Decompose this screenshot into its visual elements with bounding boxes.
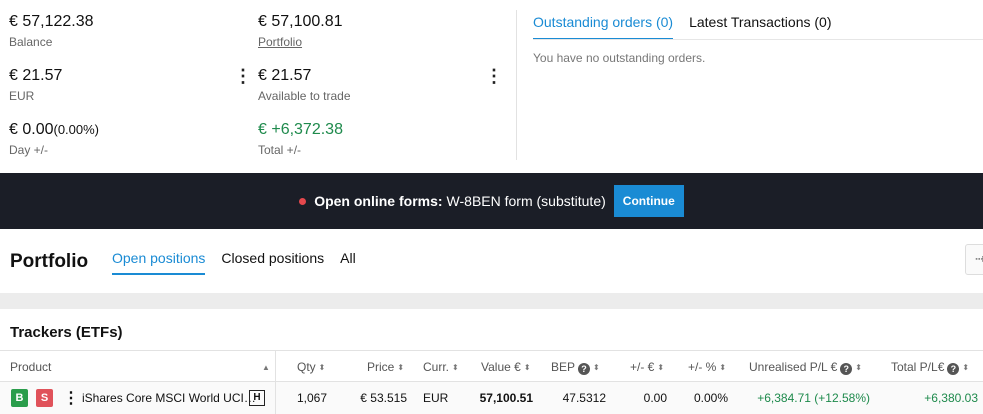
cell-bep: 47.5312 bbox=[562, 391, 606, 405]
col-pl-eur[interactable]: +/- € ⬍ bbox=[630, 360, 664, 374]
col-currency[interactable]: Curr. ⬍ bbox=[423, 360, 459, 374]
online-forms-banner: Open online forms: W-8BEN form (substitu… bbox=[0, 173, 983, 229]
cell-currency: EUR bbox=[423, 391, 449, 405]
col-bep[interactable]: BEP? ⬍ bbox=[551, 360, 600, 375]
sort-up-icon[interactable]: ▲ bbox=[259, 360, 270, 374]
portfolio-value: € 57,100.81 bbox=[258, 13, 343, 30]
sell-button[interactable]: S bbox=[36, 389, 53, 407]
total-label: Total +/- bbox=[258, 143, 302, 157]
portfolio-stat: € 57,100.81 Portfolio bbox=[258, 12, 343, 49]
col-product[interactable]: Product bbox=[10, 360, 51, 374]
cell-total-pl: +6,380.03 bbox=[924, 391, 978, 405]
orders-tabs: Outstanding orders (0) Latest Transactio… bbox=[533, 14, 831, 40]
col-price[interactable]: Price ⬍ bbox=[367, 360, 404, 374]
divider bbox=[516, 10, 517, 160]
balance-stat: € 57,122.38 Balance bbox=[9, 12, 94, 49]
col-value[interactable]: Value € ⬍ bbox=[481, 360, 531, 374]
page-title: Portfolio bbox=[10, 251, 89, 272]
available-label: Available to trade bbox=[258, 89, 351, 103]
cell-pl-eur: 0.00 bbox=[643, 391, 667, 405]
sort-icon: ⬍ bbox=[318, 363, 326, 372]
col-total-pl[interactable]: Total P/L€? ⬍ bbox=[891, 360, 969, 375]
row-more-icon[interactable]: ⋮ bbox=[63, 388, 79, 408]
day-pct: (0.00%) bbox=[53, 122, 100, 137]
continue-button[interactable]: Continue bbox=[613, 185, 684, 217]
tab-open-positions[interactable]: Open positions bbox=[112, 250, 206, 275]
sort-icon: ⬍ bbox=[452, 363, 459, 372]
cell-pl-pct: 0.00% bbox=[693, 391, 728, 405]
total-stat: € +6,372.38 Total +/- bbox=[258, 120, 343, 157]
account-summary: € 57,122.38 Balance € 57,100.81 Portfoli… bbox=[0, 0, 983, 173]
sort-icon: ⬍ bbox=[962, 363, 970, 372]
day-label: Day +/- bbox=[9, 143, 49, 157]
tab-all[interactable]: All bbox=[340, 250, 356, 275]
banner-bold-text: Open online forms: bbox=[314, 193, 443, 209]
no-orders-text: You have no outstanding orders. bbox=[533, 51, 706, 65]
tab-closed-positions[interactable]: Closed positions bbox=[221, 250, 324, 275]
portfolio-header: Portfolio Open positions Closed position… bbox=[0, 229, 983, 293]
orders-tabs-underline bbox=[533, 39, 983, 40]
hedge-badge: H bbox=[249, 390, 265, 406]
table-row[interactable]: B S ⋮ iShares Core MSCI World UCI… H 1,0… bbox=[0, 382, 983, 414]
total-value: € +6,372.38 bbox=[258, 121, 343, 138]
available-stat: € 21.57 Available to trade bbox=[258, 66, 351, 103]
col-unrealised[interactable]: Unrealised P/L €? ⬍ bbox=[749, 360, 862, 375]
cell-price: € 53.515 bbox=[360, 391, 407, 405]
banner-text: W-8BEN form (substitute) bbox=[446, 193, 606, 209]
help-icon: ? bbox=[840, 363, 853, 375]
col-qty[interactable]: Qty ⬍ bbox=[297, 360, 325, 374]
export-button[interactable]: ⇢ bbox=[965, 244, 983, 275]
section-title: Trackers (ETFs) bbox=[10, 324, 123, 341]
eur-more-icon[interactable]: ⋮ bbox=[234, 67, 252, 85]
table-header: Product ▲ Qty ⬍ Price ⬍ Curr. ⬍ Value € ⬍ BE… bbox=[0, 350, 983, 382]
sort-icon: ⬍ bbox=[855, 363, 862, 372]
cell-qty: 1,067 bbox=[296, 391, 327, 405]
portfolio-link[interactable]: Portfolio bbox=[258, 35, 343, 49]
day-value: € 0.00 bbox=[9, 121, 54, 138]
eur-stat: € 21.57 EUR bbox=[9, 66, 62, 103]
export-icon: ⇢ bbox=[975, 251, 983, 266]
product-name[interactable]: iShares Core MSCI World UCI… bbox=[82, 391, 256, 405]
eur-label: EUR bbox=[9, 89, 35, 103]
sort-icon: ⬍ bbox=[523, 363, 531, 372]
sort-icon: ⬍ bbox=[719, 363, 727, 372]
sort-icon: ⬍ bbox=[593, 363, 600, 372]
sort-icon: ⬍ bbox=[657, 363, 665, 372]
balance-label: Balance bbox=[9, 35, 53, 49]
help-icon: ? bbox=[578, 363, 591, 375]
portfolio-tabs: Open positions Closed positions All bbox=[112, 250, 356, 275]
col-pl-pct[interactable]: +/- % ⬍ bbox=[688, 360, 726, 374]
sort-icon: ⬍ bbox=[397, 363, 405, 372]
tab-latest-transactions[interactable]: Latest Transactions (0) bbox=[689, 14, 831, 40]
cell-unrealised: +6,384.71 (+12.58%) bbox=[757, 391, 870, 405]
balance-value: € 57,122.38 bbox=[9, 13, 94, 30]
available-more-icon[interactable]: ⋮ bbox=[485, 67, 503, 85]
section-separator bbox=[0, 293, 983, 309]
eur-value: € 21.57 bbox=[9, 67, 63, 84]
available-value: € 21.57 bbox=[258, 67, 312, 84]
tab-outstanding-orders[interactable]: Outstanding orders (0) bbox=[533, 14, 674, 40]
alert-dot-icon bbox=[299, 197, 307, 205]
cell-value: 57,100.51 bbox=[479, 391, 533, 405]
buy-button[interactable]: B bbox=[11, 389, 28, 407]
day-stat: € 0.00(0.00%) Day +/- bbox=[9, 120, 99, 157]
help-icon: ? bbox=[947, 363, 960, 375]
